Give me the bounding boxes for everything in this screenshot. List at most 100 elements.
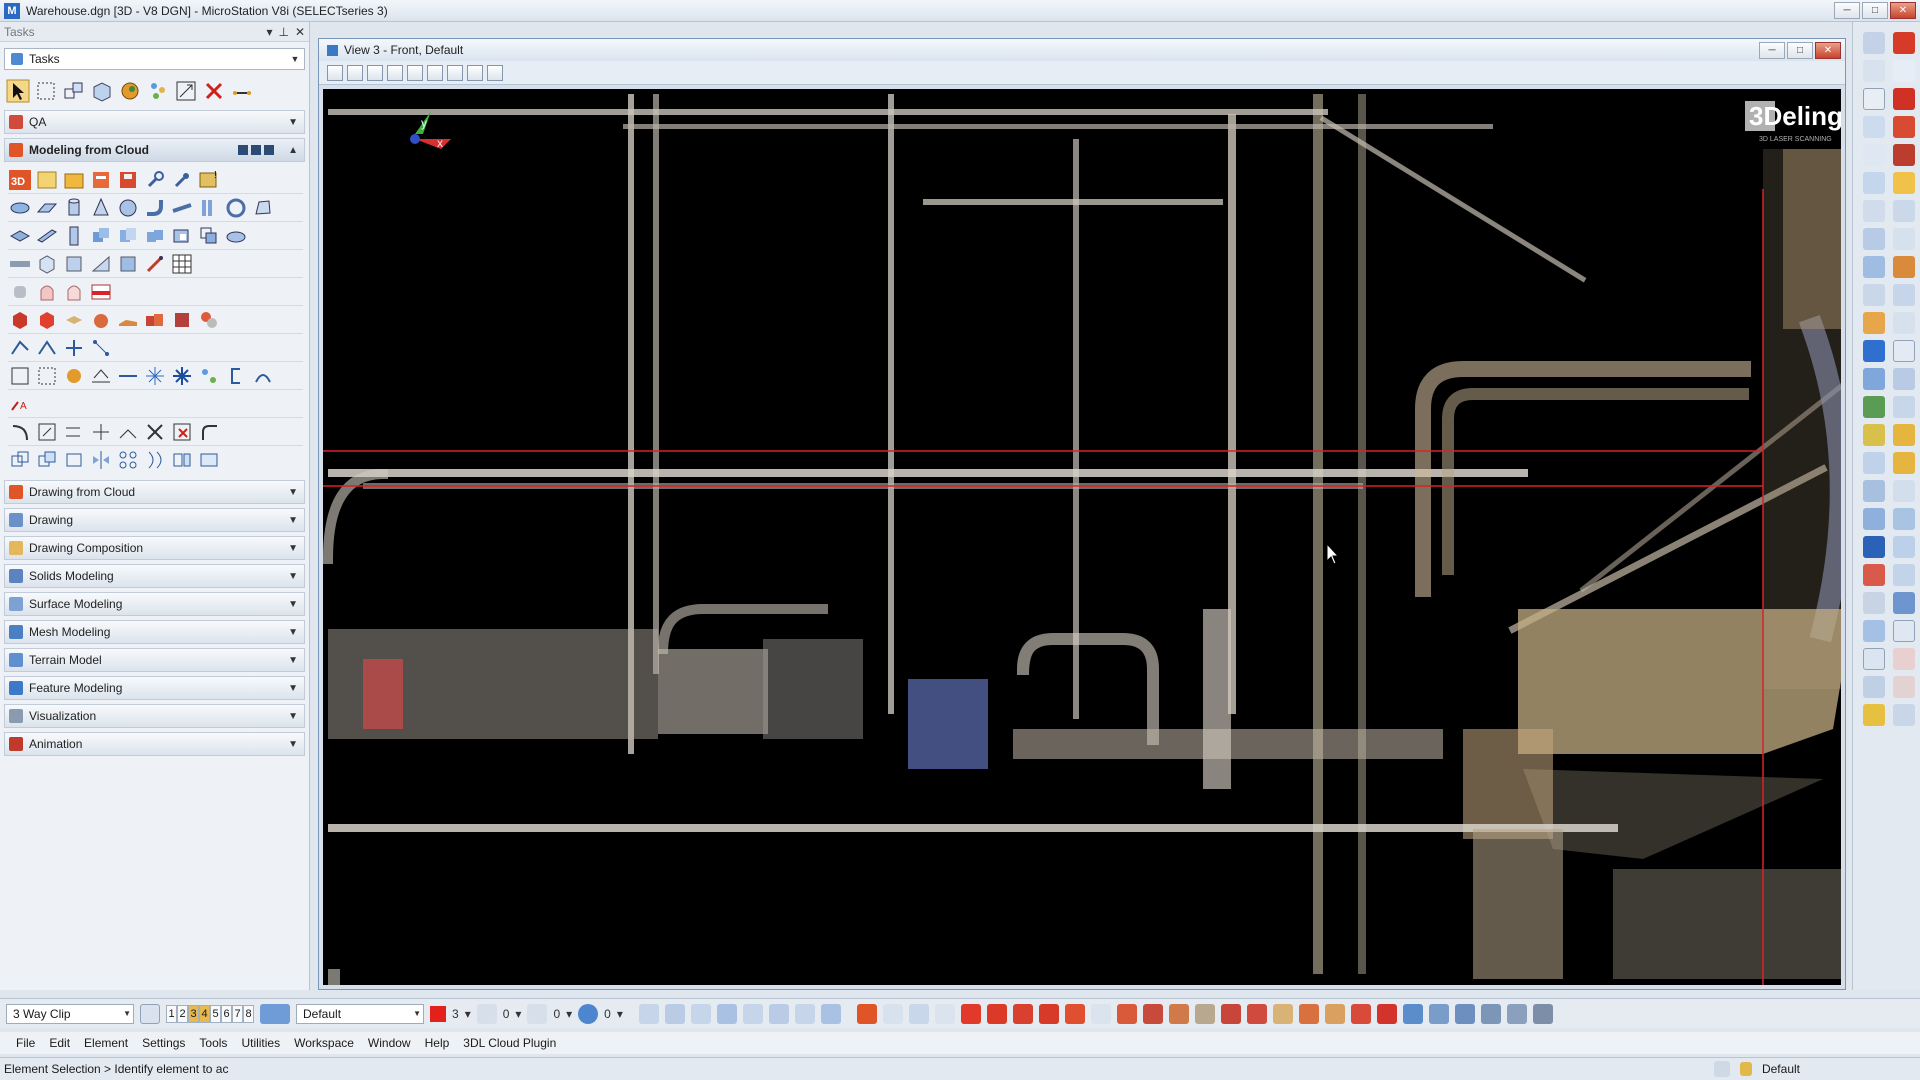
element-selection-icon[interactable] (1863, 32, 1885, 54)
box-icon[interactable] (116, 252, 140, 276)
3d-cloud-tool-icon[interactable] (856, 1003, 877, 1024)
curve-icon[interactable] (251, 364, 275, 388)
red-frame-icon[interactable] (1893, 144, 1915, 166)
section-cut-icon[interactable] (89, 280, 113, 304)
intersect-icon[interactable] (197, 224, 221, 248)
modify-icon[interactable] (197, 448, 221, 472)
column-icon[interactable] (62, 224, 86, 248)
delete-part-icon[interactable] (170, 420, 194, 444)
line-weight-icon[interactable] (527, 1003, 548, 1024)
circle-icon[interactable] (1893, 228, 1915, 250)
panel-close-icon[interactable]: ✕ (295, 25, 305, 39)
torus-icon[interactable] (224, 196, 248, 220)
cloud-info-icon[interactable]: ! (197, 168, 221, 192)
menu-workspace[interactable]: Workspace (294, 1036, 354, 1050)
pipe-bundle-icon[interactable] (197, 196, 221, 220)
select-element-icon[interactable] (6, 79, 30, 103)
ghost-alt-icon[interactable] (62, 280, 86, 304)
red-cube-icon[interactable] (8, 308, 32, 332)
stop-icon[interactable] (1376, 1003, 1397, 1024)
copy-tool-icon[interactable] (1863, 228, 1885, 250)
document-icon[interactable] (1863, 452, 1885, 474)
arrows-icon[interactable] (116, 364, 140, 388)
slab-icon[interactable] (8, 224, 32, 248)
disc-icon[interactable] (224, 224, 248, 248)
stack-icon[interactable] (1863, 424, 1885, 446)
section-animation[interactable]: Animation ▼ (4, 732, 305, 756)
active-level-icon[interactable] (260, 1003, 290, 1024)
menu-window[interactable]: Window (368, 1036, 411, 1050)
section-drawing[interactable]: Drawing ▼ (4, 508, 305, 532)
lighting-icon[interactable] (367, 64, 383, 81)
view-maximize-button[interactable]: □ (1787, 41, 1813, 59)
menu-edit[interactable]: Edit (49, 1036, 70, 1050)
highlight-icon[interactable] (1893, 172, 1915, 194)
share-icon[interactable] (882, 1003, 903, 1024)
menu-settings[interactable]: Settings (142, 1036, 185, 1050)
close-button[interactable]: ✕ (1890, 2, 1916, 19)
node-add-icon[interactable] (35, 336, 59, 360)
tree-icon[interactable] (146, 79, 170, 103)
section-solids-modeling[interactable]: Solids Modeling ▼ (4, 564, 305, 588)
properties-icon[interactable] (1893, 480, 1915, 502)
cube-icon[interactable] (35, 252, 59, 276)
bracket-icon[interactable] (224, 364, 248, 388)
cloud-export-icon[interactable] (89, 168, 113, 192)
cone-icon[interactable] (89, 196, 113, 220)
section-drawing-from-cloud[interactable]: Drawing from Cloud ▼ (4, 480, 305, 504)
modify-tool-icon[interactable] (1863, 200, 1885, 222)
view-5-button[interactable]: 5 (210, 1004, 221, 1023)
transparency-icon[interactable] (578, 1003, 599, 1024)
view-close-button[interactable]: ✕ (1815, 41, 1841, 59)
color-swatch-icon[interactable] (430, 1005, 446, 1022)
menu-utilities[interactable]: Utilities (241, 1036, 280, 1050)
trim-icon[interactable] (89, 420, 113, 444)
beam-icon[interactable] (35, 224, 59, 248)
ellipse-icon[interactable] (1893, 340, 1915, 362)
section-surface-modeling[interactable]: Surface Modeling ▼ (4, 592, 305, 616)
menu-3dl-cloud-plugin[interactable]: 3DL Cloud Plugin (463, 1036, 556, 1050)
line-tool-icon[interactable] (1893, 60, 1915, 82)
clip-mode-select[interactable]: 3 Way Clip ▼ (6, 1003, 134, 1024)
camera-icon[interactable] (1893, 368, 1915, 390)
place-text-icon[interactable]: A (8, 392, 32, 416)
point-tool-icon[interactable] (1863, 172, 1885, 194)
intersect-lines-icon[interactable] (116, 420, 140, 444)
section-feature-modeling[interactable]: Feature Modeling ▼ (4, 676, 305, 700)
measure-tool-icon[interactable] (1863, 676, 1885, 698)
red-horizontal-icon[interactable] (1012, 1003, 1033, 1024)
grid-view-icon[interactable] (238, 145, 249, 155)
text-edit-icon[interactable] (1893, 676, 1915, 698)
view-left-icon[interactable] (794, 1003, 815, 1024)
disc-tool-icon[interactable] (1402, 1003, 1423, 1024)
tray-icon[interactable] (1272, 1003, 1293, 1024)
color-value[interactable]: 3 (452, 1007, 459, 1021)
layer-icon[interactable] (1863, 340, 1885, 362)
cut-plane-icon[interactable] (1863, 592, 1885, 614)
delete-icon[interactable] (202, 79, 226, 103)
arc-icon[interactable] (8, 420, 32, 444)
dimension-tool-icon[interactable] (1893, 312, 1915, 334)
point-cloud-canvas[interactable]: y x 3Deling 3D LASER SCANNING (323, 89, 1841, 985)
puck-icon[interactable] (1454, 1003, 1475, 1024)
block-icon[interactable] (62, 252, 86, 276)
fence-icon[interactable] (34, 79, 58, 103)
pipe-connect-icon[interactable] (170, 196, 194, 220)
level-select[interactable]: Default ▼ (296, 1003, 424, 1024)
table-icon[interactable] (1893, 620, 1915, 642)
dimension-icon[interactable] (89, 364, 113, 388)
lock-icon[interactable] (1739, 1062, 1752, 1076)
cylinder-icon[interactable] (62, 196, 86, 220)
flag-icon[interactable] (1350, 1003, 1371, 1024)
solid-tool-icon[interactable] (1863, 368, 1885, 390)
status-view-icon[interactable] (1713, 1061, 1730, 1077)
shoe-tool-icon[interactable] (1324, 1003, 1345, 1024)
zoom-cloud-icon[interactable] (908, 1003, 929, 1024)
sparkle-icon[interactable] (1863, 480, 1885, 502)
cube-tool-icon[interactable] (1142, 1003, 1163, 1024)
detail-view-icon[interactable] (264, 145, 275, 155)
view-bottom-icon[interactable] (742, 1003, 763, 1024)
menu-element[interactable]: Element (84, 1036, 128, 1050)
lens-icon[interactable] (1506, 1003, 1527, 1024)
red-line-icon[interactable] (1090, 1003, 1111, 1024)
